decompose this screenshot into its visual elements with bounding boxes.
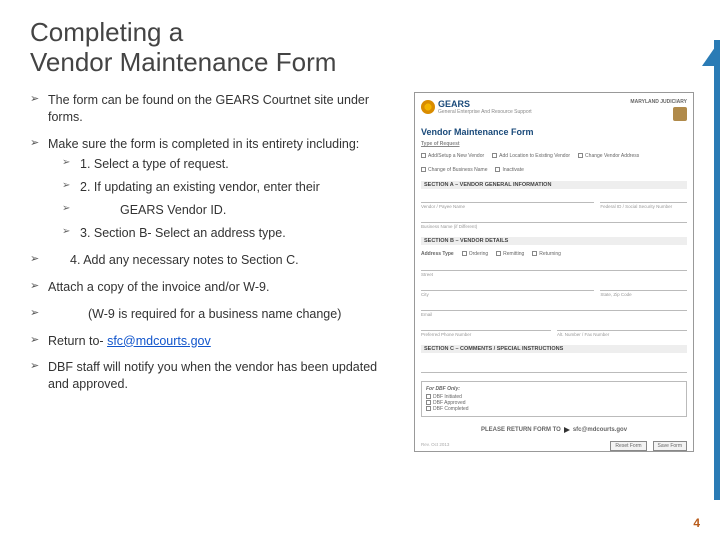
bullet-cont: (W-9 is required for a business name cha… <box>48 306 400 323</box>
addr-opt: Ordering <box>469 251 488 257</box>
bullet-column: The form can be found on the GEARS Court… <box>30 92 400 452</box>
req-opt: Change of Business Name <box>428 167 487 173</box>
field-label: City <box>421 292 594 297</box>
addr-opt: Returning <box>539 251 561 257</box>
sub-bullet: 3. Section B- Select an address type. <box>48 225 400 242</box>
dbf-label: For DBF Only: <box>426 386 682 392</box>
section-c-header: SECTION C – COMMENTS / SPECIAL INSTRUCTI… <box>421 345 687 353</box>
bullet-text: Make sure the form is completed in its e… <box>48 137 359 151</box>
bullet-item: Return to- sfc@mdcourts.gov <box>30 333 400 350</box>
bullet-item: 4. Add any necessary notes to Section C. <box>30 252 400 269</box>
sub-bullet-cont: GEARS Vendor ID. <box>80 202 400 219</box>
form-brand-sub: General Enterprise And Resource Support <box>438 109 532 115</box>
req-opt: Add Location to Existing Vendor <box>499 153 570 159</box>
return-line: PLEASE RETURN FORM TO sfc@mdcourts.gov <box>421 427 687 433</box>
sub-bullet: GEARS Vendor ID. <box>48 202 400 219</box>
bullet-item: DBF staff will notify you when the vendo… <box>30 359 400 393</box>
bullet-item: (W-9 is required for a business name cha… <box>30 306 400 323</box>
form-type-label: Type of Request <box>421 141 687 147</box>
sub-bullet: 1. Select a type of request. <box>48 156 400 173</box>
save-button: Save Form <box>653 441 687 451</box>
form-title: Vendor Maintenance Form <box>421 127 687 137</box>
section-b-header: SECTION B – VENDOR DETAILS <box>421 237 687 245</box>
dbf-box: For DBF Only: DBF Initiated DBF Approved… <box>421 381 687 417</box>
field-label: State, Zip Code <box>600 292 687 297</box>
page-number: 4 <box>693 516 700 530</box>
section-a-header: SECTION A – VENDOR GENERAL INFORMATION <box>421 181 687 189</box>
sub-bullet: 2. If updating an existing vendor, enter… <box>48 179 400 196</box>
sub-bullet: 4. Add any necessary notes to Section C. <box>48 252 400 269</box>
slide: Completing a Vendor Maintenance Form The… <box>0 0 720 540</box>
field-label: Business Name (if Different) <box>421 224 687 229</box>
form-org: MARYLAND JUDICIARY <box>630 99 687 105</box>
field-label: Federal ID / Social Security Number <box>600 204 687 209</box>
form-brand: GEARS <box>438 99 532 109</box>
req-opt: Add/Setup a New Vendor <box>428 153 484 159</box>
arrow-icon <box>564 427 570 433</box>
bullet-item: Attach a copy of the invoice and/or W-9. <box>30 279 400 296</box>
form-preview-column: GEARS General Enterprise And Resource Su… <box>414 92 694 452</box>
bullet-item: The form can be found on the GEARS Court… <box>30 92 400 126</box>
dbf-opt: DBF Completed <box>433 406 469 412</box>
content-row: The form can be found on the GEARS Court… <box>30 92 690 452</box>
field-label: Alt. Number / Fax Number <box>557 332 687 337</box>
email-link[interactable]: sfc@mdcourts.gov <box>107 334 211 348</box>
field-label: Preferred Phone Number <box>421 332 551 337</box>
bullet-text: Return to- <box>48 334 107 348</box>
gears-logo-icon <box>421 100 435 114</box>
revision-label: Rev. Oct 2013 <box>421 442 449 447</box>
addr-opt: Remitting <box>503 251 524 257</box>
reset-button: Reset Form <box>610 441 646 451</box>
vendor-form-preview: GEARS General Enterprise And Resource Su… <box>414 92 694 452</box>
req-opt: Inactivate <box>502 167 523 173</box>
bullet-item: Make sure the form is completed in its e… <box>30 136 400 242</box>
slide-title: Completing a Vendor Maintenance Form <box>30 18 690 78</box>
field-label: Vendor / Payee Name <box>421 204 594 209</box>
seal-icon <box>673 107 687 121</box>
req-opt: Change Vendor Address <box>585 153 639 159</box>
addr-type-label: Address Type <box>421 251 454 257</box>
